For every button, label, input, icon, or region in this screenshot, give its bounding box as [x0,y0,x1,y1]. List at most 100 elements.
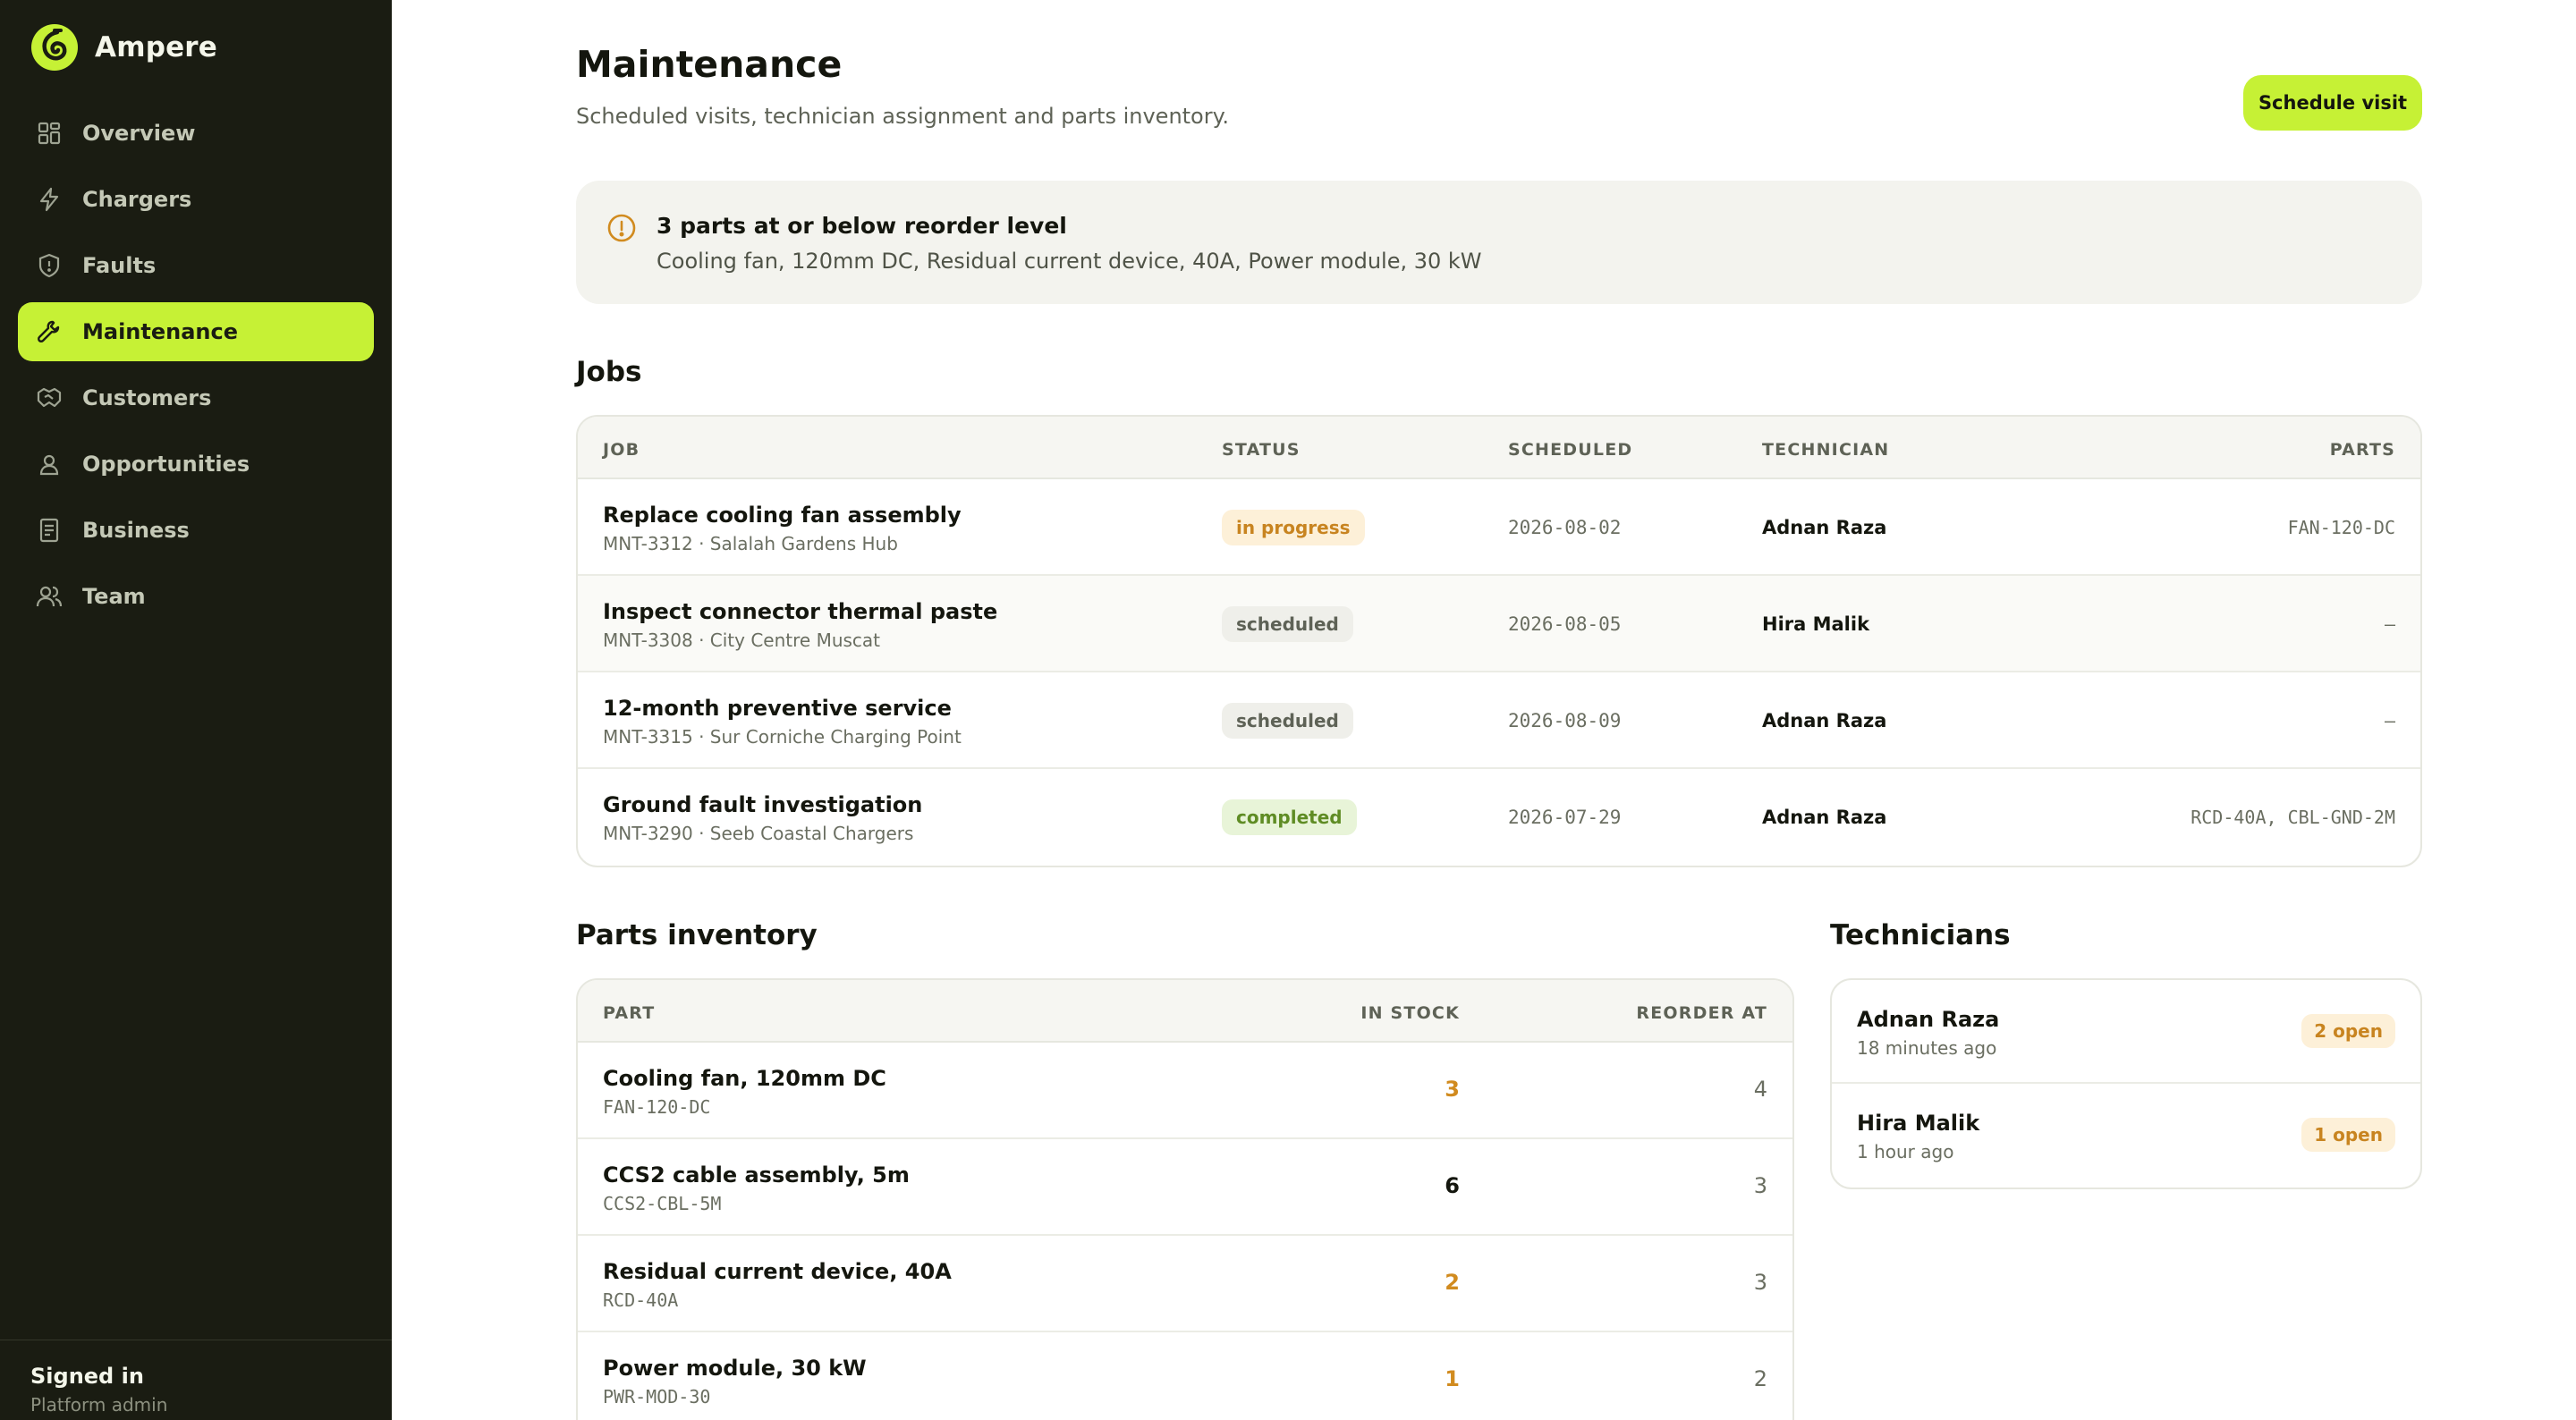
sidebar-item-label: Opportunities [82,452,250,477]
sidebar: Ampere Overview Chargers Faults Maintena… [0,0,392,1420]
brand[interactable]: Ampere [30,23,217,72]
col-technician: Technician [1762,440,1890,460]
technician-name: Hira Malik [1857,1111,1980,1136]
sidebar-item-label: Maintenance [82,319,239,344]
table-row[interactable]: Replace cooling fan assembly MNT-3312 · … [578,479,2420,576]
jobs-table-header: Job Status Scheduled Technician Parts [578,417,2420,479]
grid-icon [38,122,61,145]
col-in-stock: In stock [1360,1003,1460,1023]
sidebar-item-maintenance[interactable]: Maintenance [18,302,374,361]
reorder-level: 2 [1753,1366,1767,1391]
jobs-section-title: Jobs [576,356,642,388]
technician-last-seen: 1 hour ago [1857,1141,1954,1162]
technician-name: Adnan Raza [1762,807,1887,828]
page-subtitle: Scheduled visits, technician assignment … [576,104,1230,129]
list-item[interactable]: Hira Malik 1 hour ago 1 open [1832,1084,2420,1188]
scheduled-date: 2026-08-02 [1508,517,1622,538]
part-sku: RCD-40A [603,1289,679,1311]
in-stock-count: 3 [1445,1077,1460,1102]
part-name: Power module, 30 kW [603,1356,867,1381]
technician-name: Hira Malik [1762,613,1870,635]
col-parts: Parts [2329,440,2395,460]
shield-alert-icon [38,253,60,278]
reorder-level: 3 [1753,1173,1767,1198]
user-status: Signed in [30,1364,144,1389]
page-title: Maintenance [576,43,843,86]
sidebar-item-overview[interactable]: Overview [18,104,374,163]
sidebar-item-label: Customers [82,385,212,410]
table-row[interactable]: Residual current device, 40A RCD-40A 2 3 [578,1236,1792,1332]
table-row[interactable]: Power module, 30 kW PWR-MOD-30 1 2 [578,1332,1792,1420]
part-name: Cooling fan, 120mm DC [603,1066,886,1091]
col-status: Status [1222,440,1301,460]
schedule-visit-button[interactable]: Schedule visit [2243,75,2422,131]
scheduled-date: 2026-08-09 [1508,710,1622,731]
technicians-list: Adnan Raza 18 minutes ago 2 open Hira Ma… [1830,978,2422,1189]
signed-in-user[interactable]: Signed in Platform admin [0,1340,392,1420]
part-sku: PWR-MOD-30 [603,1386,711,1407]
sidebar-item-team[interactable]: Team [18,567,374,626]
reorder-level: 3 [1753,1270,1767,1295]
sidebar-item-opportunities[interactable]: Opportunities [18,435,374,494]
status-badge: completed [1222,799,1357,835]
table-row[interactable]: 12-month preventive service MNT-3315 · S… [578,672,2420,769]
sidebar-item-label: Overview [82,121,196,146]
user-role: Platform admin [30,1394,168,1416]
parts-list: FAN-120-DC [2287,517,2395,538]
alert-body: Cooling fan, 120mm DC, Residual current … [657,249,1482,274]
job-subtitle: MNT-3308 · City Centre Muscat [603,630,881,651]
jobs-table: Job Status Scheduled Technician Parts Re… [576,415,2422,867]
sidebar-item-faults[interactable]: Faults [18,236,374,295]
sidebar-item-chargers[interactable]: Chargers [18,170,374,229]
document-icon [39,518,59,543]
user-pin-icon [39,454,59,476]
scheduled-date: 2026-08-05 [1508,613,1622,635]
sidebar-item-customers[interactable]: Customers [18,368,374,427]
technician-name: Adnan Raza [1762,517,1887,538]
col-part: Part [603,1003,656,1023]
handshake-icon [37,387,62,408]
sidebar-item-label: Team [82,584,146,609]
status-badge: in progress [1222,510,1365,545]
table-row[interactable]: CCS2 cable assembly, 5m CCS2-CBL-5M 6 3 [578,1139,1792,1236]
part-sku: FAN-120-DC [603,1096,711,1118]
job-subtitle: MNT-3290 · Seeb Coastal Chargers [603,823,914,844]
sidebar-nav: Overview Chargers Faults Maintenance Cus… [18,104,374,633]
part-name: CCS2 cable assembly, 5m [603,1162,910,1188]
technician-name: Adnan Raza [1857,1007,2000,1032]
parts-list: — [2384,613,2395,635]
job-title: Replace cooling fan assembly [603,503,962,528]
alert-circle-icon [607,214,636,242]
job-title: 12-month preventive service [603,696,952,721]
technician-name: Adnan Raza [1762,710,1887,731]
in-stock-count: 2 [1445,1270,1460,1295]
app-name: Ampere [95,31,218,63]
reorder-level: 4 [1753,1077,1767,1102]
inventory-section-title: Parts inventory [576,919,818,951]
ampere-logo-icon [31,24,78,71]
technician-last-seen: 18 minutes ago [1857,1037,1997,1059]
part-sku: CCS2-CBL-5M [603,1193,722,1214]
job-subtitle: MNT-3315 · Sur Corniche Charging Point [603,726,962,748]
alert-title: 3 parts at or below reorder level [657,213,1067,239]
part-name: Residual current device, 40A [603,1259,952,1284]
table-row[interactable]: Cooling fan, 120mm DC FAN-120-DC 3 4 [578,1043,1792,1139]
job-subtitle: MNT-3312 · Salalah Gardens Hub [603,533,898,554]
parts-list: — [2384,710,2395,731]
job-title: Ground fault investigation [603,792,923,817]
inventory-table-header: Part In stock Reorder at [578,980,1792,1043]
reorder-alert: 3 parts at or below reorder level Coolin… [576,181,2422,304]
sidebar-item-label: Faults [82,253,157,278]
list-item[interactable]: Adnan Raza 18 minutes ago 2 open [1832,980,2420,1084]
in-stock-count: 6 [1445,1173,1460,1198]
parts-list: RCD-40A, CBL-GND-2M [2190,807,2395,828]
in-stock-count: 1 [1445,1366,1460,1391]
table-row[interactable]: Ground fault investigation MNT-3290 · Se… [578,769,2420,866]
table-row[interactable]: Inspect connector thermal paste MNT-3308… [578,576,2420,672]
wrench-icon [38,320,60,342]
status-badge: scheduled [1222,606,1353,642]
sidebar-item-label: Chargers [82,187,192,212]
sidebar-item-label: Business [82,518,190,543]
status-badge: scheduled [1222,703,1353,739]
sidebar-item-business[interactable]: Business [18,501,374,560]
